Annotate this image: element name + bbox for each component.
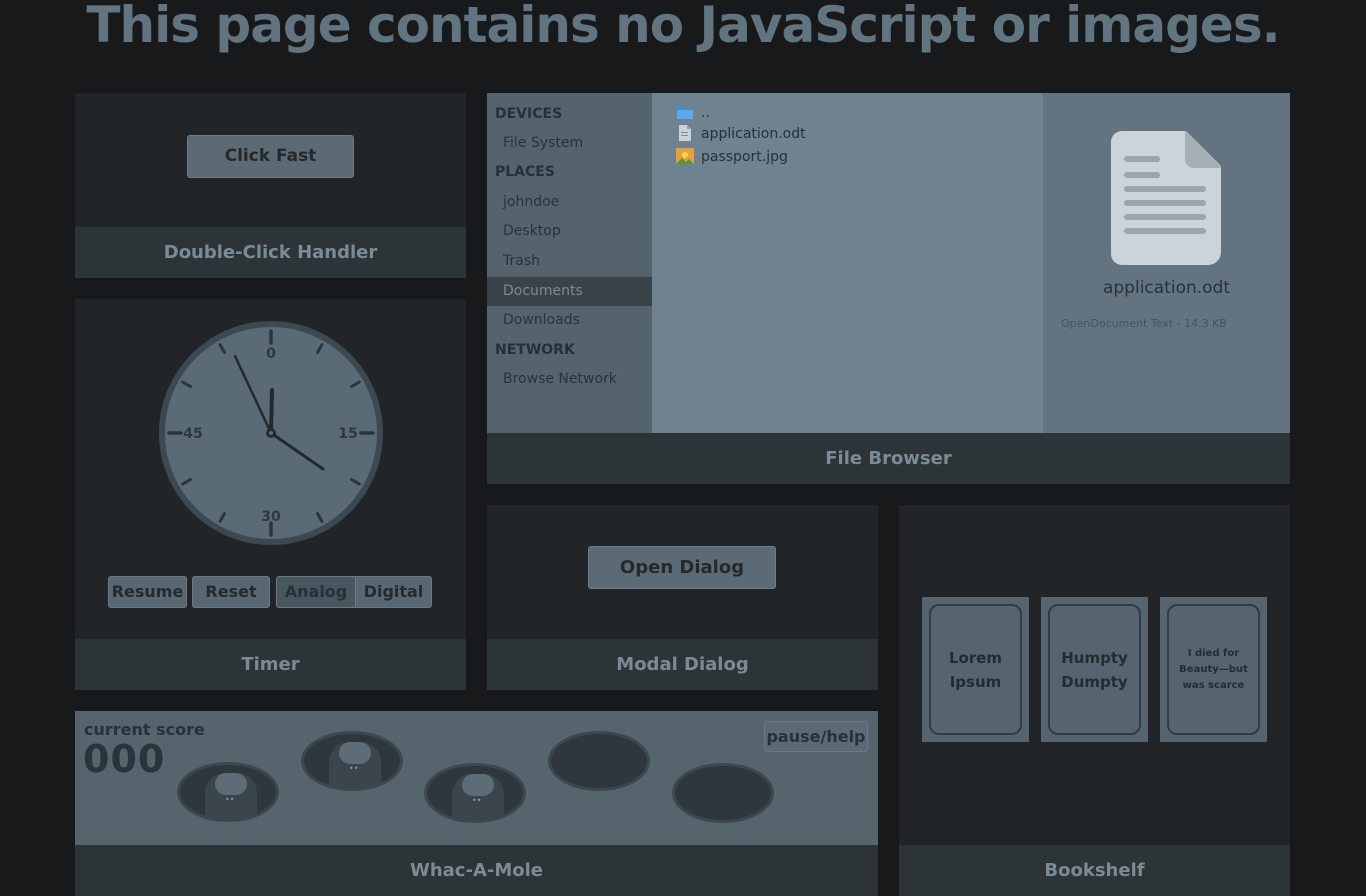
file-row-passport[interactable]: passport.jpg [676, 146, 788, 168]
resume-button[interactable]: Resume [108, 576, 187, 608]
file-browser-panel: DEVICES File System PLACES johndoe Deskt… [487, 93, 1290, 484]
bookshelf-footer: Bookshelf [899, 845, 1290, 896]
sidebar-item-browse-network[interactable]: Browse Network [487, 365, 652, 394]
file-list: .. application.odt passport.jpg [652, 93, 1043, 433]
large-document-icon [1111, 131, 1221, 265]
whac-a-mole-footer: Whac-A-Mole [75, 845, 878, 896]
book-lorem-ipsum[interactable]: Lorem Ipsum [922, 597, 1029, 742]
book-title: Lorem Ipsum [929, 604, 1022, 735]
file-row-parent[interactable]: .. [676, 102, 710, 124]
reset-button[interactable]: Reset [192, 576, 270, 608]
mole-hole-3[interactable]: •• [424, 763, 526, 823]
book-humpty-dumpty[interactable]: Humpty Dumpty [1041, 597, 1148, 742]
click-fast-button[interactable]: Click Fast [187, 135, 354, 178]
sidebar-heading-network: NETWORK [495, 342, 575, 358]
file-name: .. [701, 105, 710, 121]
folder-icon [677, 107, 693, 119]
digital-toggle[interactable]: Digital [355, 576, 432, 608]
file-name: passport.jpg [701, 149, 788, 165]
file-row-application[interactable]: application.odt [676, 123, 806, 145]
sidebar-item-file-system[interactable]: File System [487, 129, 652, 158]
mole[interactable]: •• [205, 773, 257, 819]
sidebar-item-trash[interactable]: Trash [487, 247, 652, 276]
analog-clock: 0 15 30 45 [159, 321, 383, 545]
dial-label-30: 30 [261, 509, 281, 525]
timer-footer: Timer [75, 639, 466, 690]
whac-a-mole-panel: current score 000 pause/help •• •• •• Wh… [75, 711, 878, 896]
book-i-died-for-beauty[interactable]: I died for Beauty—but was scarce [1160, 597, 1267, 742]
mole-hole-1[interactable]: •• [177, 762, 279, 822]
sidebar-item-documents[interactable]: Documents [487, 277, 652, 306]
score-value: 000 [83, 737, 166, 781]
file-name: application.odt [701, 126, 806, 142]
dial-label-45: 45 [183, 426, 202, 442]
modal-dialog-footer: Modal Dialog [487, 639, 878, 690]
book-title: Humpty Dumpty [1048, 604, 1141, 735]
timer-panel: 0 15 30 45 Resume Reset Analog Digital T… [75, 299, 466, 690]
open-dialog-button[interactable]: Open Dialog [588, 546, 776, 589]
double-click-panel: Click Fast Double-Click Handler [75, 93, 466, 278]
analog-toggle[interactable]: Analog [276, 576, 356, 608]
mole-hole-5[interactable] [672, 763, 774, 823]
sidebar-heading-places: PLACES [495, 164, 555, 180]
clock-hour-hand [269, 388, 274, 435]
dial-label-0: 0 [266, 346, 276, 362]
page-headline: This page contains no JavaScript or imag… [86, 0, 1280, 54]
image-icon [676, 148, 694, 164]
document-icon [679, 125, 691, 141]
sidebar-item-desktop[interactable]: Desktop [487, 217, 652, 246]
sidebar-item-downloads[interactable]: Downloads [487, 306, 652, 335]
sidebar-heading-devices: DEVICES [495, 106, 563, 122]
selected-file-meta: OpenDocument Text - 14.3 KB [1061, 317, 1227, 330]
selected-file-name: application.odt [1102, 278, 1231, 298]
double-click-footer: Double-Click Handler [75, 227, 466, 278]
modal-dialog-panel: Open Dialog Modal Dialog [487, 505, 878, 690]
dial-label-15: 15 [338, 426, 357, 442]
clock-center-dot [269, 431, 273, 435]
file-details: application.odt OpenDocument Text - 14.3… [1043, 93, 1290, 433]
file-browser-footer: File Browser [487, 433, 1290, 484]
mole[interactable]: •• [452, 774, 504, 820]
pause-help-button[interactable]: pause/help [764, 721, 868, 752]
mole[interactable]: •• [329, 742, 381, 788]
bookshelf-panel: Lorem Ipsum Humpty Dumpty I died for Bea… [899, 505, 1290, 896]
book-title: I died for Beauty—but was scarce [1167, 604, 1260, 735]
mole-hole-4[interactable] [548, 731, 650, 791]
sidebar-item-johndoe[interactable]: johndoe [487, 188, 652, 217]
file-browser-sidebar: DEVICES File System PLACES johndoe Deskt… [487, 93, 652, 433]
mole-hole-2[interactable]: •• [301, 731, 403, 791]
